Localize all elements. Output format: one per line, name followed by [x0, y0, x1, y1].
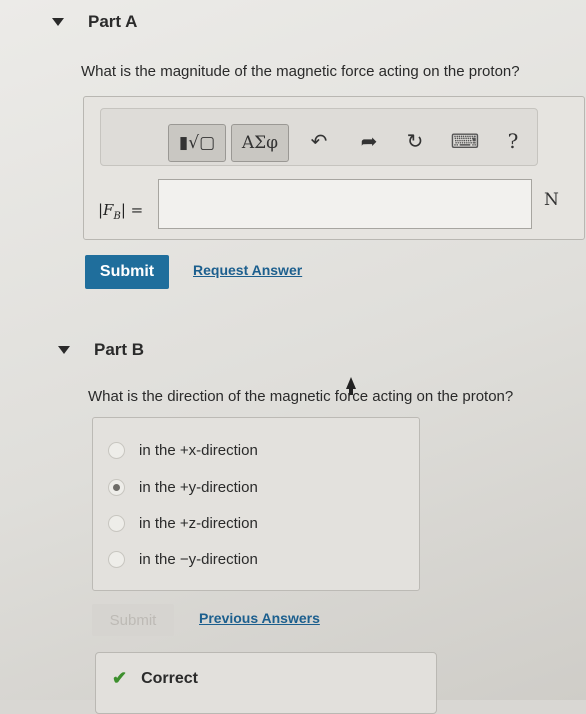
- caret-down-icon[interactable]: [58, 346, 70, 354]
- undo-icon[interactable]: ↶: [306, 128, 332, 154]
- correct-label: Correct: [141, 669, 198, 687]
- radio-button[interactable]: [108, 551, 125, 568]
- mouse-cursor-stem: [349, 388, 353, 395]
- greek-label: ΑΣφ: [241, 133, 279, 153]
- part-a-header[interactable]: Part A: [52, 12, 137, 32]
- choice-option[interactable]: in the −y-direction: [108, 551, 258, 568]
- choice-option[interactable]: in the +z-direction: [108, 515, 258, 532]
- redo-icon[interactable]: ➦: [356, 128, 382, 154]
- force-magnitude-label: |FB| =: [98, 201, 143, 222]
- radio-button-selected[interactable]: [108, 479, 125, 496]
- templates-icon: ▮√▢: [178, 133, 216, 153]
- checkmark-icon: ✔: [112, 668, 128, 688]
- label-end: | =: [120, 201, 144, 219]
- option-label: in the +y-direction: [139, 479, 258, 496]
- radio-button[interactable]: [108, 442, 125, 459]
- label-main: |F: [98, 201, 114, 219]
- option-label: in the +z-direction: [139, 515, 258, 532]
- submit-button[interactable]: Submit: [85, 255, 169, 289]
- part-b-header[interactable]: Part B: [58, 340, 144, 360]
- part-a-title: Part A: [88, 12, 138, 31]
- templates-button[interactable]: ▮√▢: [168, 124, 226, 162]
- previous-answers-link[interactable]: Previous Answers: [199, 610, 320, 626]
- option-label: in the +x-direction: [139, 442, 258, 459]
- page: Part A What is the magnitude of the magn…: [0, 0, 586, 714]
- part-b-question: What is the direction of the magnetic fo…: [88, 388, 514, 405]
- radio-button[interactable]: [108, 515, 125, 532]
- caret-down-icon[interactable]: [52, 18, 64, 26]
- request-answer-link[interactable]: Request Answer: [193, 262, 302, 278]
- unit-label: N: [544, 190, 559, 210]
- label-subscript: B: [113, 211, 121, 222]
- part-b-title: Part B: [94, 340, 145, 359]
- help-button[interactable]: ?: [500, 128, 526, 154]
- keyboard-icon[interactable]: ⌨: [450, 128, 480, 154]
- answer-input[interactable]: [158, 179, 532, 229]
- option-label: in the −y-direction: [139, 551, 258, 568]
- greek-symbols-button[interactable]: ΑΣφ: [231, 124, 289, 162]
- correct-feedback: ✔ Correct: [112, 668, 198, 689]
- part-a-question: What is the magnitude of the magnetic fo…: [81, 63, 520, 80]
- submit-button-disabled: Submit: [92, 604, 174, 636]
- choice-option[interactable]: in the +x-direction: [108, 442, 258, 459]
- reset-icon[interactable]: ↻: [402, 128, 428, 154]
- choice-option[interactable]: in the +y-direction: [108, 479, 258, 496]
